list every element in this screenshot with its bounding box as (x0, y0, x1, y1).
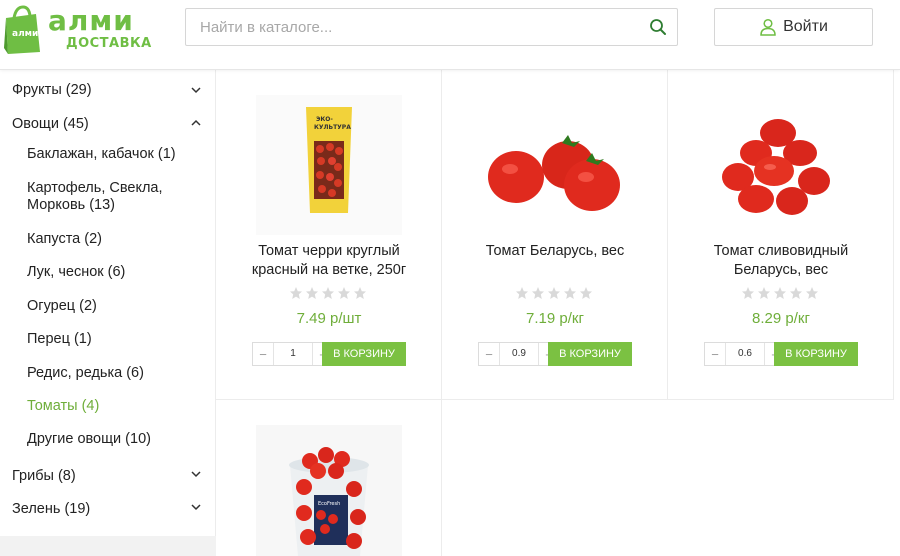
logo[interactable]: алми алми ДОСТАВКА (0, 0, 160, 62)
logo-wordmark: алми (48, 4, 134, 37)
star-icon[interactable] (353, 286, 367, 300)
rating-stars[interactable] (741, 286, 821, 300)
star-icon[interactable] (563, 286, 577, 300)
product-image-tomato-belarus[interactable] (482, 95, 628, 235)
decrease-button[interactable]: − (705, 343, 725, 365)
bag-text: алми (12, 29, 38, 39)
product-grid: ЭКО- КУЛЬТУРА Томат черри круглый красны… (216, 70, 900, 556)
product-price: 7.19 р/кг (526, 310, 584, 327)
star-icon[interactable] (515, 286, 529, 300)
chevron-up-icon[interactable] (190, 117, 202, 129)
pack-label-eco: ЭКО- (316, 116, 333, 123)
star-icon[interactable] (789, 286, 803, 300)
pack-label-ecofresh: EcoFresh (318, 501, 340, 507)
subcategory-potato[interactable]: Картофель, Свекла, (27, 180, 163, 197)
rating-stars[interactable] (289, 286, 369, 300)
quantity-input[interactable]: 0.9 (499, 343, 539, 365)
product-image-plum-tomato[interactable] (708, 95, 854, 235)
category-vegetables[interactable]: Овощи (45) (12, 116, 89, 132)
product-title-line[interactable]: Беларусь, вес (678, 261, 884, 280)
search-box (185, 8, 678, 46)
star-icon[interactable] (289, 286, 303, 300)
login-label: Войти (783, 18, 828, 35)
product-title-line[interactable]: Томат сливовидный (678, 242, 884, 261)
chevron-down-icon[interactable] (190, 84, 202, 96)
subcategory-potato-line2[interactable]: Морковь (13) (27, 197, 115, 214)
star-icon[interactable] (805, 286, 819, 300)
rating-stars[interactable] (515, 286, 595, 300)
star-icon[interactable] (547, 286, 561, 300)
product-title-line[interactable]: Томат черри круглый (226, 242, 432, 261)
star-icon[interactable] (337, 286, 351, 300)
star-icon[interactable] (741, 286, 755, 300)
subcategory-other-vegetables[interactable]: Другие овощи (10) (27, 431, 151, 448)
decrease-button[interactable]: − (479, 343, 499, 365)
product-price: 7.49 р/шт (296, 310, 362, 327)
subcategory-pepper[interactable]: Перец (1) (27, 331, 92, 348)
product-title[interactable]: Томат Беларусь, вес (452, 242, 658, 261)
add-to-cart-button[interactable]: В КОРЗИНУ (548, 342, 632, 366)
product-card[interactable]: Томат Беларусь, вес 7.19 р/кг − 0.9 + В … (442, 70, 668, 400)
star-icon[interactable] (773, 286, 787, 300)
quantity-input[interactable]: 0.6 (725, 343, 765, 365)
add-to-cart-button[interactable]: В КОРЗИНУ (322, 342, 406, 366)
user-icon (760, 18, 776, 36)
star-icon[interactable] (321, 286, 335, 300)
search-input[interactable] (186, 9, 626, 45)
star-icon[interactable] (305, 286, 319, 300)
product-image-cherry-tomato-pack[interactable]: ЭКО- КУЛЬТУРА (256, 95, 402, 235)
subcategory-radish[interactable]: Редис, редька (6) (27, 365, 144, 382)
product-title[interactable]: Томат сливовидный Беларусь, вес (678, 242, 884, 280)
product-card[interactable]: ЭКО- КУЛЬТУРА Томат черри круглый красны… (216, 70, 442, 400)
product-card[interactable]: EcoFresh (216, 400, 442, 556)
chevron-down-icon[interactable] (190, 468, 202, 480)
search-icon[interactable] (649, 18, 667, 36)
subcategory-onion[interactable]: Лук, чеснок (6) (27, 264, 125, 281)
quantity-input[interactable]: 1 (273, 343, 313, 365)
sidebar-footer-strip (0, 536, 216, 556)
logo-subtitle: ДОСТАВКА (66, 36, 152, 51)
category-greens[interactable]: Зелень (19) (12, 501, 90, 517)
header: алми алми ДОСТАВКА Войти (0, 0, 900, 70)
decrease-button[interactable]: − (253, 343, 273, 365)
product-card[interactable]: Томат сливовидный Беларусь, вес 8.29 р/к… (668, 70, 894, 400)
star-icon[interactable] (531, 286, 545, 300)
star-icon[interactable] (579, 286, 593, 300)
subcategory-eggplant[interactable]: Баклажан, кабачок (1) (27, 146, 176, 163)
product-price: 8.29 р/кг (752, 310, 810, 327)
star-icon[interactable] (757, 286, 771, 300)
subcategory-cucumber[interactable]: Огурец (2) (27, 298, 97, 315)
pack-label-culture: КУЛЬТУРА (314, 124, 351, 131)
add-to-cart-button[interactable]: В КОРЗИНУ (774, 342, 858, 366)
category-mushrooms[interactable]: Грибы (8) (12, 468, 76, 484)
category-fruits[interactable]: Фрукты (29) (12, 82, 92, 98)
subcategory-tomatoes[interactable]: Томаты (4) (27, 398, 99, 415)
product-title-line[interactable]: красный на ветке, 250г (226, 261, 432, 280)
login-button[interactable]: Войти (714, 8, 873, 46)
product-title[interactable]: Томат черри круглый красный на ветке, 25… (226, 242, 432, 280)
product-title-line[interactable]: Томат Беларусь, вес (452, 242, 658, 261)
chevron-down-icon[interactable] (190, 501, 202, 513)
product-image-cherry-tomato-cup[interactable]: EcoFresh (256, 425, 402, 556)
subcategory-cabbage[interactable]: Капуста (2) (27, 231, 102, 248)
shopping-bag-logo-icon: алми (4, 5, 40, 54)
